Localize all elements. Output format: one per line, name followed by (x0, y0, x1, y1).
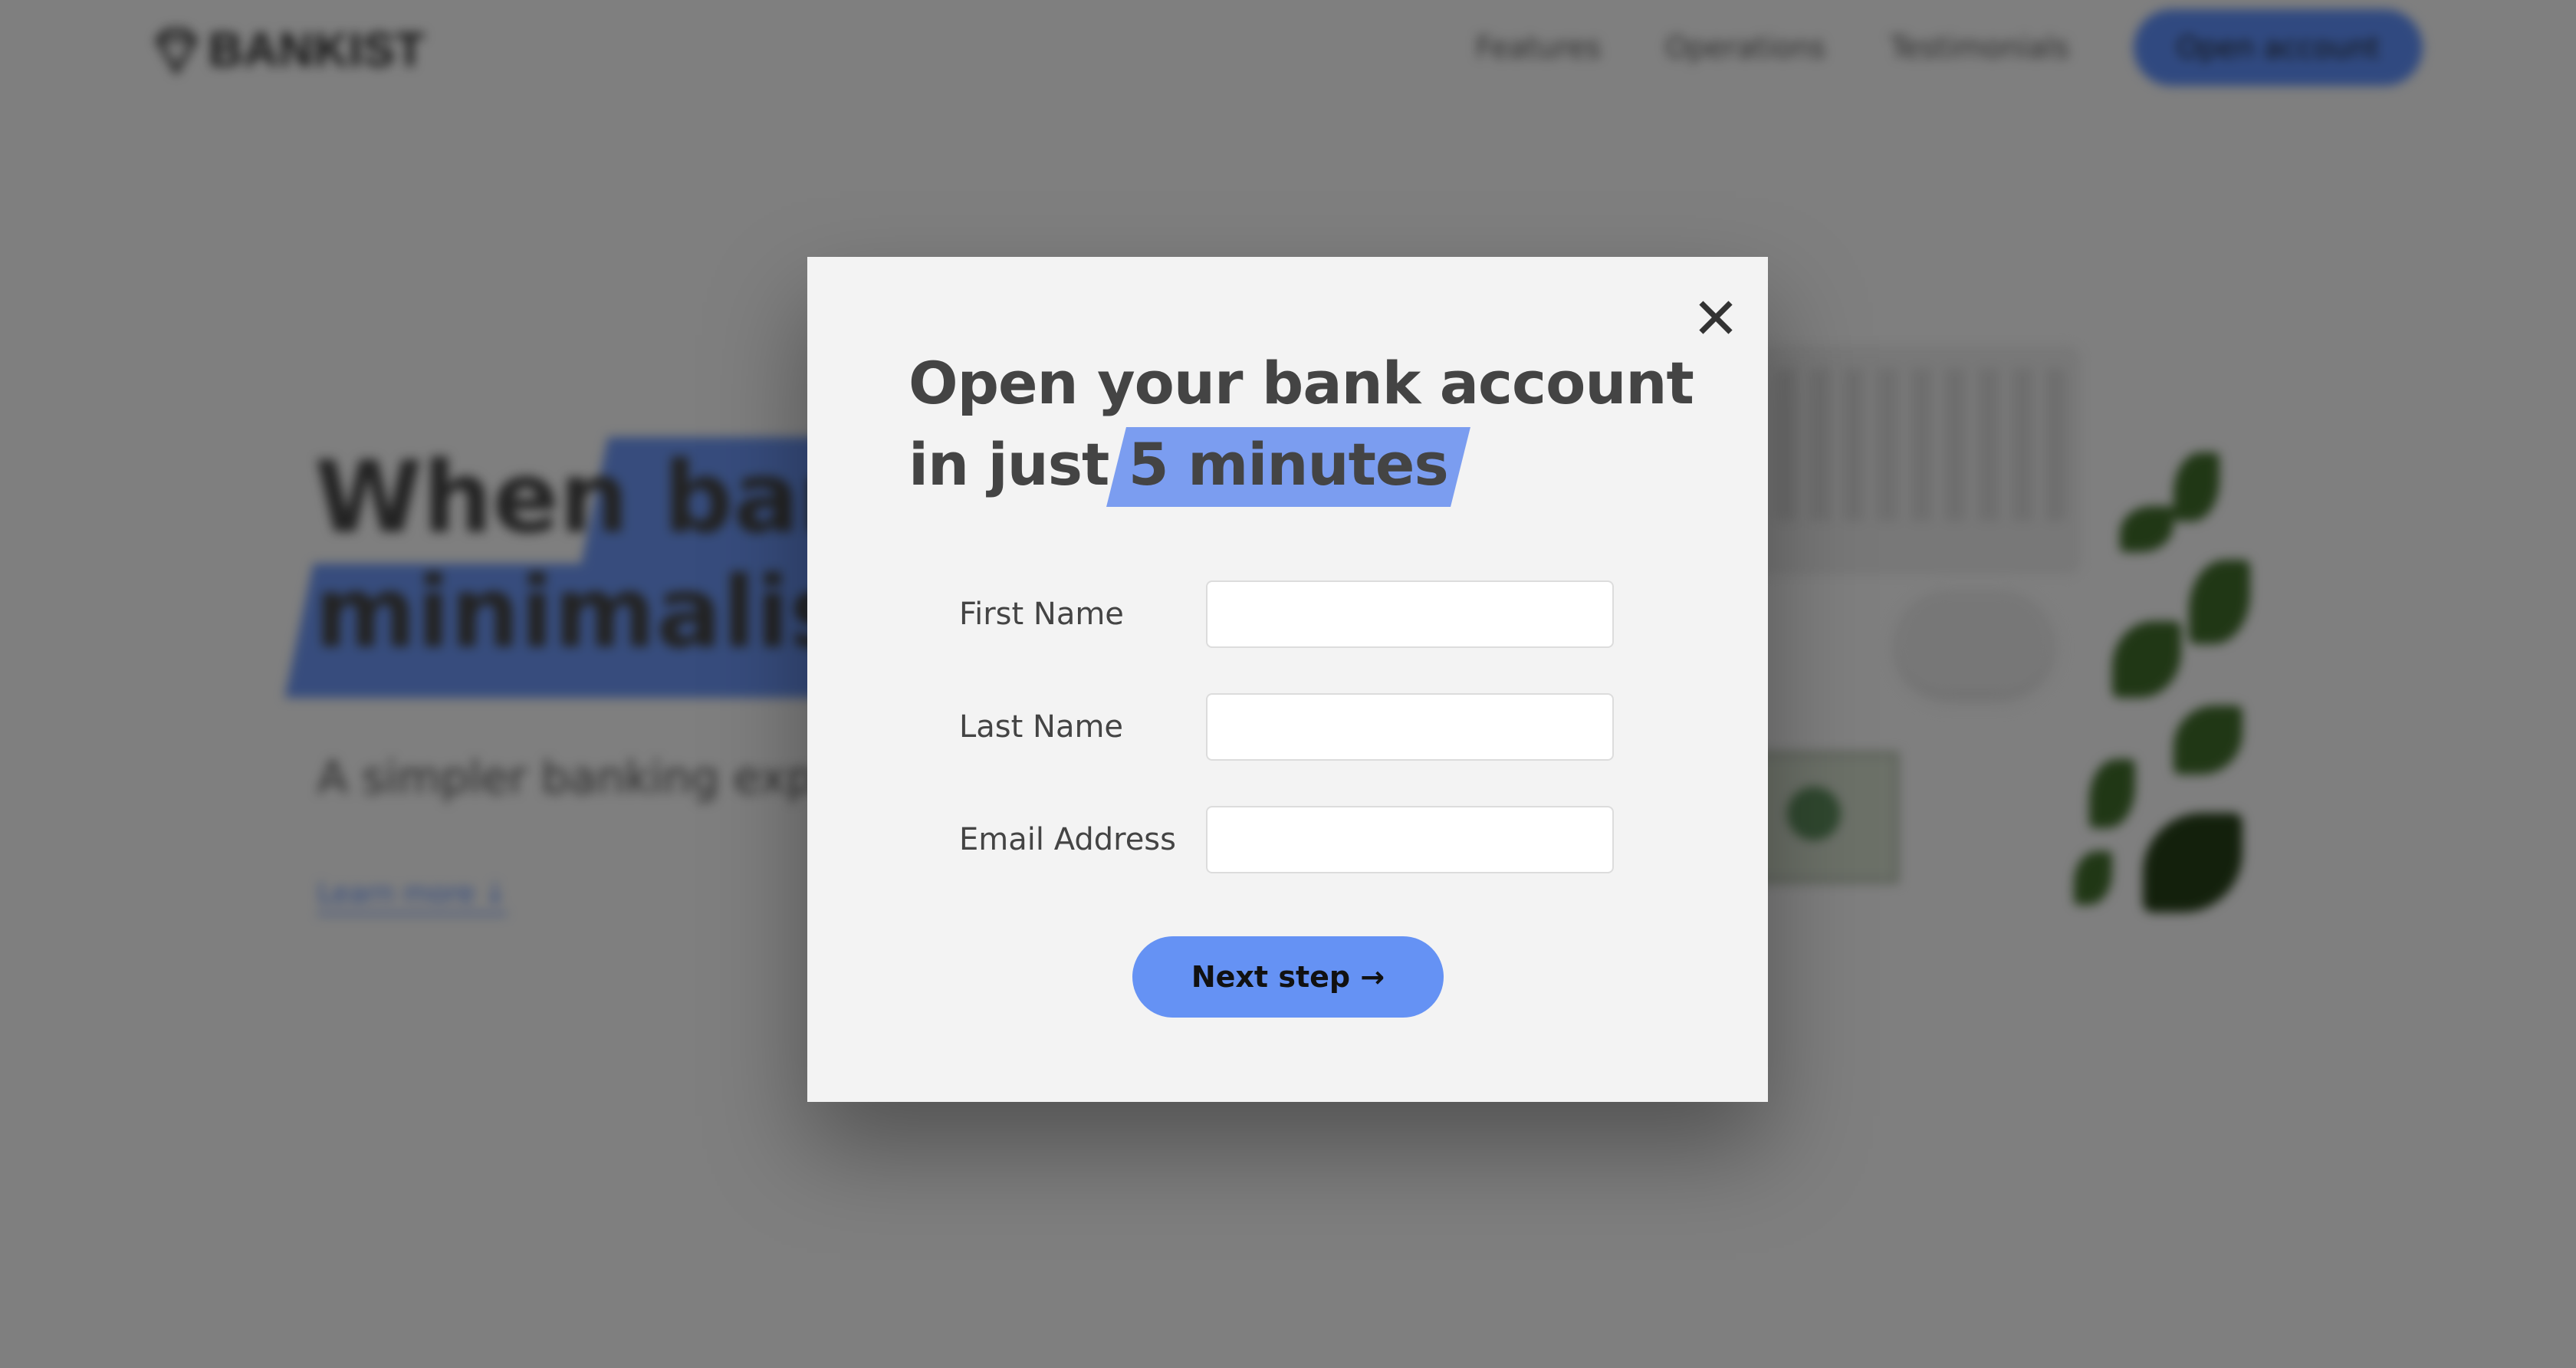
first-name-label: First Name (959, 597, 1124, 632)
last-name-label: Last Name (959, 709, 1124, 745)
close-icon[interactable]: ✕ (1689, 291, 1743, 347)
last-name-field[interactable] (1206, 693, 1614, 761)
first-name-row: First Name (959, 579, 1614, 649)
last-name-row: Last Name (959, 692, 1614, 762)
signup-form: First Name Last Name Email Address (959, 579, 1614, 917)
email-label: Email Address (959, 822, 1176, 857)
modal-title-prefix: in just (909, 430, 1129, 498)
email-field[interactable] (1206, 806, 1614, 873)
modal-title: Open your bank account in just 5 minutes (909, 343, 1694, 507)
open-account-modal: ✕ Open your bank account in just 5 minut… (807, 257, 1768, 1102)
modal-title-line-1: Open your bank account (909, 349, 1694, 417)
first-name-field[interactable] (1206, 580, 1614, 648)
modal-title-line-2: in just 5 minutes (909, 424, 1694, 507)
modal-title-highlight-text: 5 minutes (1128, 430, 1449, 498)
email-row: Email Address (959, 804, 1614, 875)
next-step-button[interactable]: Next step → (1132, 936, 1444, 1018)
modal-title-highlight-wrap: 5 minutes (1106, 424, 1470, 507)
